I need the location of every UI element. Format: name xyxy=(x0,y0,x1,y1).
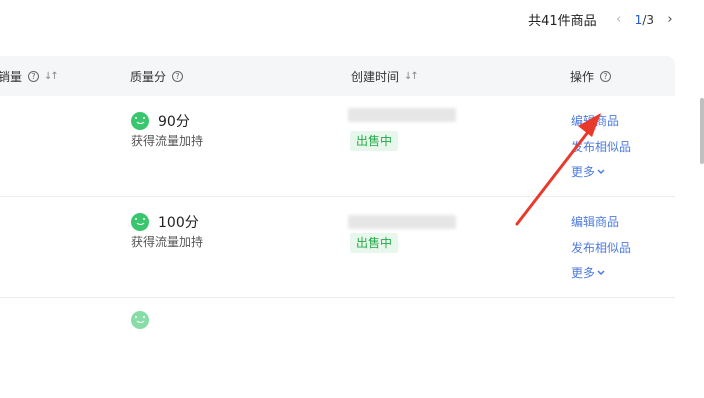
score-note: 获得流量加持 xyxy=(131,134,204,148)
chevron-down-icon xyxy=(597,269,605,275)
more-menu[interactable]: 更多 xyxy=(571,163,605,180)
redacted-timestamp xyxy=(348,215,456,229)
sort-icon[interactable]: ↓↑ xyxy=(44,71,59,82)
column-created-label: 创建时间 xyxy=(351,70,400,84)
smile-face-icon xyxy=(131,213,149,231)
chevron-down-icon xyxy=(597,168,605,174)
column-actions-label: 操作 xyxy=(570,70,595,84)
status-badge: 出售中 xyxy=(350,131,399,151)
prev-page-icon[interactable]: ‹ xyxy=(611,12,627,27)
table-row: 90分 获得流量加持 出售中 编辑商品 发布相似品 更多 xyxy=(0,96,675,197)
product-total-count: 共41件商品 xyxy=(528,14,597,29)
publish-similar-link[interactable]: 发布相似品 xyxy=(571,239,631,256)
total-pages: 3 xyxy=(646,12,654,27)
next-page-icon[interactable]: › xyxy=(662,12,678,27)
more-label: 更多 xyxy=(571,165,596,179)
redacted-timestamp xyxy=(348,108,456,122)
quality-score: 90分 xyxy=(131,111,190,131)
quality-score: 100分 xyxy=(131,212,199,232)
smile-face-icon xyxy=(131,112,149,130)
score-note: 获得流量加持 xyxy=(131,235,204,249)
column-created[interactable]: 创建时间 ↓↑ xyxy=(351,68,419,85)
column-sales-label: 销量 xyxy=(0,70,23,84)
table-row xyxy=(0,298,675,398)
page-indicator: 1/3 xyxy=(635,13,654,27)
publish-similar-link[interactable]: 发布相似品 xyxy=(571,138,631,155)
column-actions: 操作 ? xyxy=(570,68,612,85)
table-header: 销量 ? ↓↑ 质量分 ? 创建时间 ↓↑ 操作 ? xyxy=(0,56,675,96)
status-badge: 出售中 xyxy=(350,233,399,253)
score-value: 90分 xyxy=(158,114,190,130)
score-value: 100分 xyxy=(158,215,199,231)
sort-icon[interactable]: ↓↑ xyxy=(404,71,419,82)
table-row: 100分 获得流量加持 出售中 编辑商品 发布相似品 更多 xyxy=(0,197,675,298)
column-quality: 质量分 ? xyxy=(130,68,184,85)
edit-product-link[interactable]: 编辑商品 xyxy=(571,112,619,129)
help-icon[interactable]: ? xyxy=(28,71,40,82)
edit-product-link[interactable]: 编辑商品 xyxy=(571,213,619,230)
more-label: 更多 xyxy=(571,266,596,280)
more-menu[interactable]: 更多 xyxy=(571,264,605,281)
pagination: 共41件商品 ‹ 1/3 › xyxy=(528,10,678,29)
help-icon[interactable]: ? xyxy=(600,71,612,82)
help-icon[interactable]: ? xyxy=(172,71,184,82)
column-sales[interactable]: 销量 ? ↓↑ xyxy=(0,68,59,85)
column-quality-label: 质量分 xyxy=(130,70,167,84)
vertical-scrollbar[interactable] xyxy=(700,98,704,164)
